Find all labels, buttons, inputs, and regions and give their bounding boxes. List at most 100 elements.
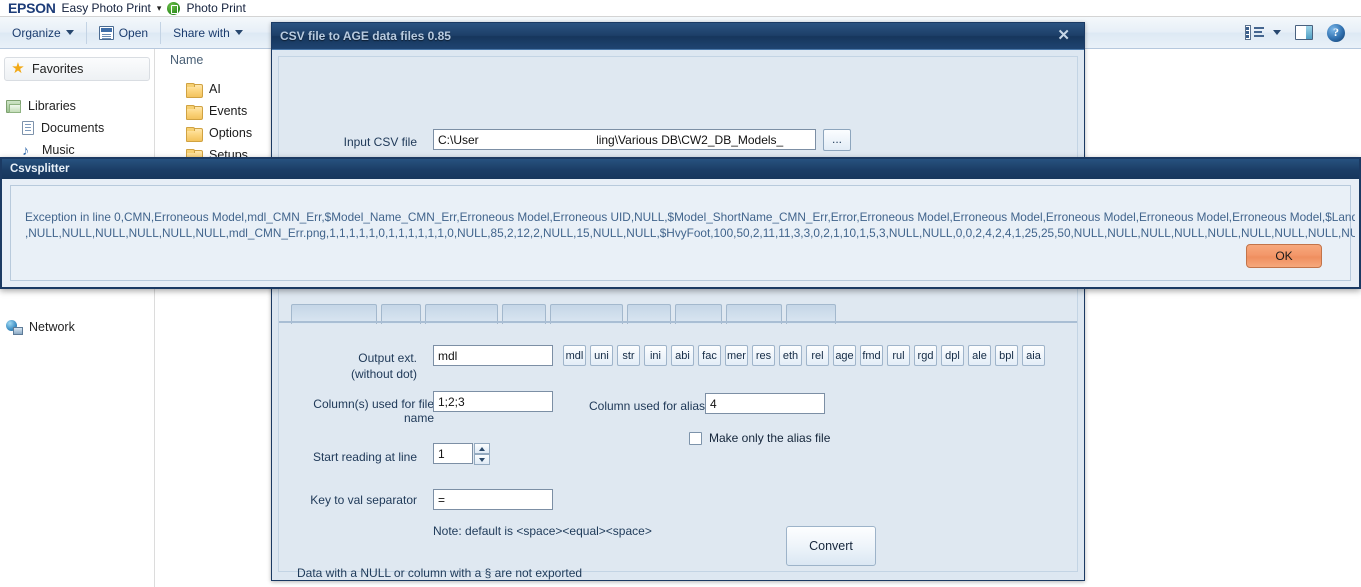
input-csv-label: Input CSV file <box>297 135 417 149</box>
open-icon <box>99 26 114 40</box>
csv-window-body: Input CSV file C:\Users .Desktop\CW2 Mod… <box>272 49 1084 580</box>
ext-button-fac[interactable]: fac <box>698 345 721 366</box>
epson-banner: EPSON Easy Photo Print ▾ Photo Print <box>0 0 1361 17</box>
start-line-label: Start reading at line <box>297 450 417 464</box>
ext-button-dpl[interactable]: dpl <box>941 345 964 366</box>
epson-logo: EPSON <box>8 0 56 16</box>
folder-icon <box>186 127 201 140</box>
sidebar-item-label: Music <box>42 143 75 157</box>
csv-window-titlebar[interactable]: CSV file to AGE data files 0.85 ✕ <box>272 23 1084 49</box>
columns-filename-label: Column(s) used for file name <box>292 397 434 425</box>
column-alias-field[interactable]: 4 <box>705 393 825 414</box>
chevron-down-icon[interactable] <box>1273 30 1281 35</box>
ext-button-age[interactable]: age <box>833 345 856 366</box>
epson-app-name: Easy Photo Print <box>62 1 151 15</box>
csv-converter-window: CSV file to AGE data files 0.85 ✕ Input … <box>271 22 1085 581</box>
columns-filename-field[interactable]: 1;2;3 <box>433 391 553 412</box>
stepper-up-button[interactable] <box>474 443 490 454</box>
open-label: Open <box>119 26 148 40</box>
start-line-field[interactable]: 1 <box>433 443 473 464</box>
error-dialog-title: Csvsplitter <box>10 163 69 175</box>
start-line-stepper[interactable]: 1 <box>433 443 490 465</box>
ext-button-bpl[interactable]: bpl <box>995 345 1018 366</box>
photo-print-icon <box>167 2 180 15</box>
browse-input-button[interactable]: ... <box>823 129 851 151</box>
list-item[interactable]: AI <box>164 78 252 100</box>
ext-button-res[interactable]: res <box>752 345 775 366</box>
library-icon <box>6 100 21 113</box>
tabstrip <box>279 301 1077 323</box>
ext-shortcut-buttons: mdl uni str ini abi fac mer res eth rel … <box>563 345 1045 366</box>
ext-button-uni[interactable]: uni <box>590 345 613 366</box>
separator-field[interactable]: = <box>433 489 553 510</box>
views-list-icon[interactable] <box>1245 25 1265 40</box>
ext-button-str[interactable]: str <box>617 345 640 366</box>
alias-only-checkbox-row[interactable]: Make only the alias file <box>689 431 830 445</box>
ext-button-rul[interactable]: rul <box>887 345 910 366</box>
preview-pane-icon[interactable] <box>1295 25 1313 40</box>
tabstrip-underline <box>279 321 1077 323</box>
chevron-down-icon <box>235 30 243 35</box>
list-item-label: Events <box>209 104 247 118</box>
list-item-label: AI <box>209 82 221 96</box>
ext-button-rgd[interactable]: rgd <box>914 345 937 366</box>
sidebar-item-label: Libraries <box>28 99 76 113</box>
error-message-panel: Exception in line 0,CMN,Erroneous Model,… <box>10 185 1351 281</box>
help-icon[interactable]: ? <box>1327 24 1345 42</box>
sidebar-item-favorites[interactable]: ★ Favorites <box>4 57 150 81</box>
music-icon: ♪ <box>22 144 35 157</box>
share-with-label: Share with <box>173 26 230 40</box>
ext-button-ini[interactable]: ini <box>644 345 667 366</box>
close-icon[interactable]: ✕ <box>1051 28 1076 44</box>
stepper-down-button[interactable] <box>474 454 490 465</box>
screen: EPSON Easy Photo Print ▾ Photo Print Org… <box>0 0 1361 587</box>
ext-button-mer[interactable]: mer <box>725 345 748 366</box>
sidebar-item-documents[interactable]: Documents <box>0 117 154 139</box>
redaction-block <box>479 131 597 148</box>
ext-button-rel[interactable]: rel <box>806 345 829 366</box>
folder-icon <box>186 105 201 118</box>
alias-only-checkbox[interactable] <box>689 432 702 445</box>
organize-button[interactable]: Organize <box>0 20 86 46</box>
list-item-label: Options <box>209 126 252 140</box>
chevron-down-icon[interactable]: ▾ <box>157 3 162 14</box>
output-ext-field[interactable]: mdl <box>433 345 553 366</box>
star-icon: ★ <box>11 62 25 76</box>
list-item[interactable]: Events <box>164 100 252 122</box>
ext-button-aia[interactable]: aia <box>1022 345 1045 366</box>
output-ext-label: Output ext. <box>297 351 417 365</box>
error-message-line-1: Exception in line 0,CMN,Erroneous Model,… <box>25 210 1355 224</box>
sidebar-item-label: Documents <box>41 121 104 135</box>
column-header-name[interactable]: Name <box>170 53 203 67</box>
output-ext-sublabel: (without dot) <box>297 367 417 381</box>
navigation-pane: ★ Favorites Libraries Documents ♪ Music … <box>0 49 155 587</box>
toolbar-right-group: ? <box>1245 24 1361 42</box>
sidebar-item-libraries[interactable]: Libraries <box>0 95 154 117</box>
csv-window-title: CSV file to AGE data files 0.85 <box>280 29 1051 43</box>
epson-photo-print-label[interactable]: Photo Print <box>186 1 245 15</box>
open-button[interactable]: Open <box>87 20 160 46</box>
ext-button-abi[interactable]: abi <box>671 345 694 366</box>
share-with-button[interactable]: Share with <box>161 20 255 46</box>
alias-only-label: Make only the alias file <box>709 431 830 445</box>
sidebar-item-network[interactable]: Network <box>0 316 154 338</box>
error-dialog: Csvsplitter Exception in line 0,CMN,Erro… <box>0 157 1361 289</box>
ext-button-ale[interactable]: ale <box>968 345 991 366</box>
ext-button-fmd[interactable]: fmd <box>860 345 883 366</box>
error-dialog-titlebar[interactable]: Csvsplitter <box>2 159 1359 179</box>
stepper-buttons <box>474 443 490 465</box>
sidebar-item-label: Favorites <box>32 62 83 76</box>
ext-button-mdl[interactable]: mdl <box>563 345 586 366</box>
ext-button-eth[interactable]: eth <box>779 345 802 366</box>
document-icon <box>22 121 34 135</box>
folder-icon <box>186 83 201 96</box>
column-alias-label: Column used for alias <box>589 399 719 413</box>
list-item[interactable]: Options <box>164 122 252 144</box>
network-icon <box>6 320 22 334</box>
separator-note: Note: default is <space><equal><space> <box>433 524 652 538</box>
convert-button[interactable]: Convert <box>786 526 876 566</box>
organize-label: Organize <box>12 26 61 40</box>
sidebar-item-label: Network <box>29 320 75 334</box>
footer-note: Data with a NULL or column with a § are … <box>297 566 582 580</box>
ok-button[interactable]: OK <box>1246 244 1322 268</box>
